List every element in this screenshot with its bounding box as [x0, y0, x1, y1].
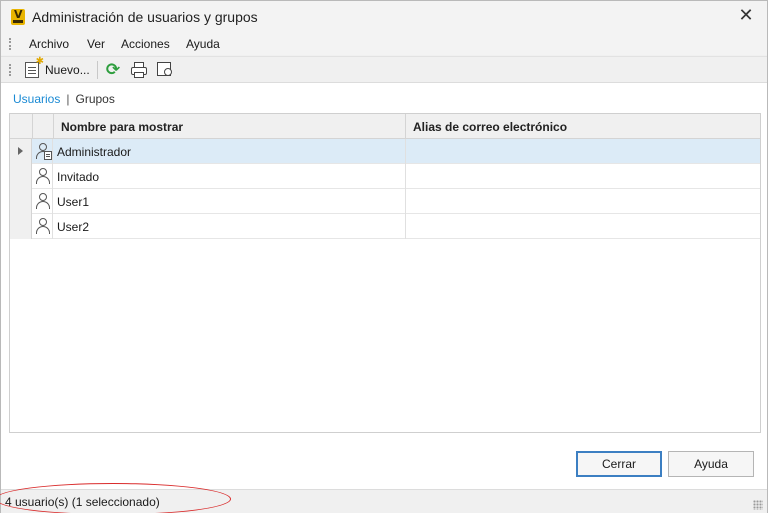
table-row[interactable]: User1 — [10, 189, 760, 214]
cell-display-name: User2 — [57, 220, 90, 234]
column-divider — [405, 214, 406, 239]
header-divider — [53, 114, 54, 139]
close-button[interactable]: Cerrar — [576, 451, 662, 477]
toolbar-grip-handle[interactable] — [9, 64, 11, 76]
menu-ayuda[interactable]: Ayuda — [186, 37, 220, 51]
admin-user-icon — [35, 143, 52, 160]
resize-grip-handle[interactable] — [753, 500, 763, 510]
status-bar: 4 usuario(s) (1 seleccionado) — [0, 483, 767, 513]
highlight-annotation-oval — [0, 483, 231, 513]
cell-display-name: Administrador — [57, 145, 132, 159]
menu-ver[interactable]: Ver — [87, 37, 105, 51]
help-button[interactable]: Ayuda — [668, 451, 754, 477]
users-grid[interactable]: Nombre para mostrar Alias de correo elec… — [9, 113, 761, 433]
menu-bar: Archivo Ver Acciones Ayuda — [1, 33, 767, 55]
new-button-label: Nuevo... — [45, 63, 90, 77]
vault-app-icon — [11, 8, 25, 25]
print-preview-icon[interactable] — [156, 61, 174, 79]
column-divider — [405, 164, 406, 189]
row-indicator — [10, 214, 32, 239]
cell-display-name: Invitado — [57, 170, 100, 184]
row-indicator — [10, 139, 32, 164]
row-icon-cell — [33, 139, 53, 164]
tab-usuarios[interactable]: Usuarios — [13, 92, 60, 106]
current-row-arrow-icon — [18, 147, 23, 155]
user-icon — [35, 168, 51, 184]
row-icon-cell — [33, 189, 53, 214]
menu-acciones[interactable]: Acciones — [121, 37, 170, 51]
refresh-icon[interactable]: ⟳ — [104, 61, 122, 79]
toolbar: Nuevo... ⟳ — [1, 56, 767, 83]
view-tabs: Usuarios | Grupos — [13, 92, 115, 106]
print-icon[interactable] — [130, 61, 148, 79]
header-divider[interactable] — [405, 114, 406, 139]
menu-archivo[interactable]: Archivo — [29, 37, 69, 51]
close-window-button[interactable]: ✕ — [733, 5, 759, 29]
cell-display-name: User1 — [57, 195, 90, 209]
column-divider — [405, 189, 406, 214]
tab-separator: | — [66, 92, 70, 106]
new-document-icon — [25, 56, 44, 78]
tab-grupos[interactable]: Grupos — [75, 92, 114, 106]
user-icon — [35, 218, 51, 234]
user-icon — [35, 193, 51, 209]
row-icon-cell — [33, 164, 53, 189]
column-header-display-name[interactable]: Nombre para mostrar — [61, 120, 183, 134]
header-divider — [32, 114, 33, 139]
main-content: Usuarios | Grupos Nombre para mostrar Alia… — [1, 83, 767, 489]
table-row[interactable]: Invitado — [10, 164, 760, 189]
dialog-window: Administración de usuarios y grupos ✕ Ar… — [0, 0, 768, 513]
grid-header: Nombre para mostrar Alias de correo elec… — [10, 114, 760, 139]
menu-grip-handle[interactable] — [9, 38, 11, 50]
new-button[interactable]: Nuevo... — [23, 56, 93, 80]
table-row[interactable]: User2 — [10, 214, 760, 239]
column-header-email-alias[interactable]: Alias de correo electrónico — [413, 120, 567, 134]
row-indicator — [10, 164, 32, 189]
title-bar: Administración de usuarios y grupos ✕ — [1, 1, 767, 33]
column-divider — [405, 139, 406, 164]
window-title: Administración de usuarios y grupos — [32, 9, 258, 25]
row-indicator — [10, 189, 32, 214]
table-row[interactable]: Administrador — [10, 139, 760, 164]
row-icon-cell — [33, 214, 53, 239]
toolbar-separator — [97, 61, 98, 79]
